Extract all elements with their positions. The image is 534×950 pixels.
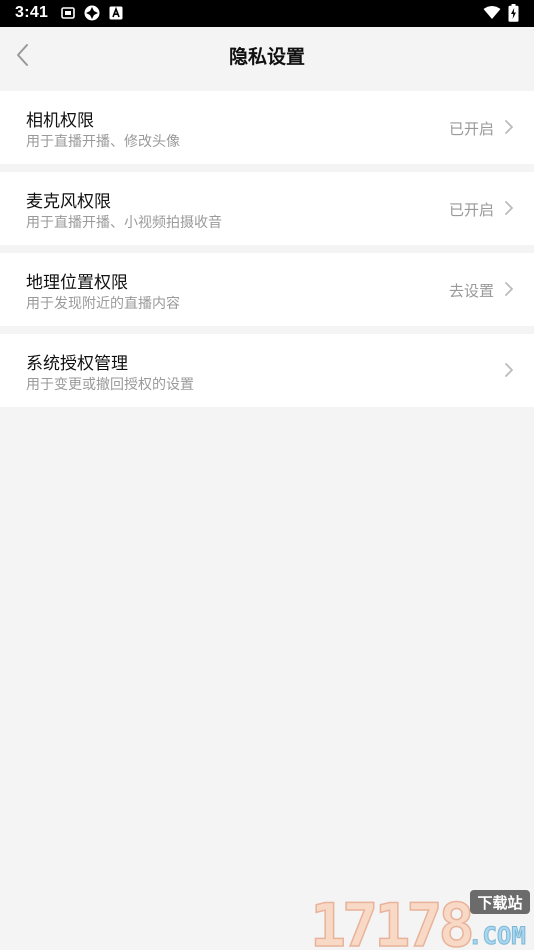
watermark-suffix: .COM [468, 922, 526, 950]
item-subtitle: 用于直播开播、修改头像 [26, 134, 180, 150]
item-subtitle: 用于发现附近的直播内容 [26, 296, 180, 312]
item-title: 系统授权管理 [26, 354, 128, 374]
chevron-right-icon [505, 363, 513, 377]
privacy-settings-list: 相机权限 用于直播开播、修改头像 已开启 麦克风权限 用于直播开播、小视频拍摄收… [0, 91, 534, 415]
a-badge-icon [109, 6, 123, 20]
item-status: 已开启 [448, 120, 494, 138]
chevron-right-icon [505, 282, 513, 296]
item-subtitle: 用于直播开播、小视频拍摄收音 [26, 215, 222, 231]
app-notification-icon [84, 5, 100, 21]
camera-permission-item[interactable]: 相机权限 用于直播开播、修改头像 已开启 [0, 91, 534, 164]
item-title: 相机权限 [26, 111, 94, 131]
watermark-number: 17178 [310, 891, 471, 950]
battery-charging-icon [508, 4, 519, 22]
status-time: 3:41 [15, 4, 49, 21]
watermark-badge: 下载站 [477, 894, 522, 912]
page-title: 隐私设置 [228, 46, 305, 68]
system-authorization-item[interactable]: 系统授权管理 用于变更或撤回授权的设置 [0, 334, 534, 407]
chevron-right-icon [505, 201, 513, 215]
location-permission-item[interactable]: 地理位置权限 用于发现附近的直播内容 去设置 [0, 253, 534, 326]
item-status: 已开启 [448, 201, 494, 219]
navigation-bar: 隐私设置 [0, 27, 534, 84]
sim-icon [61, 7, 75, 19]
microphone-permission-item[interactable]: 麦克风权限 用于直播开播、小视频拍摄收音 已开启 [0, 172, 534, 245]
watermark-logo: 17178 下载站 .COM [309, 890, 530, 950]
item-subtitle: 用于变更或撤回授权的设置 [26, 377, 194, 393]
item-title: 麦克风权限 [26, 192, 111, 212]
item-status: 去设置 [448, 282, 494, 300]
item-title: 地理位置权限 [26, 273, 128, 293]
chevron-right-icon [505, 120, 513, 134]
wifi-icon [483, 6, 501, 19]
status-bar: 3:41 [0, 0, 534, 27]
